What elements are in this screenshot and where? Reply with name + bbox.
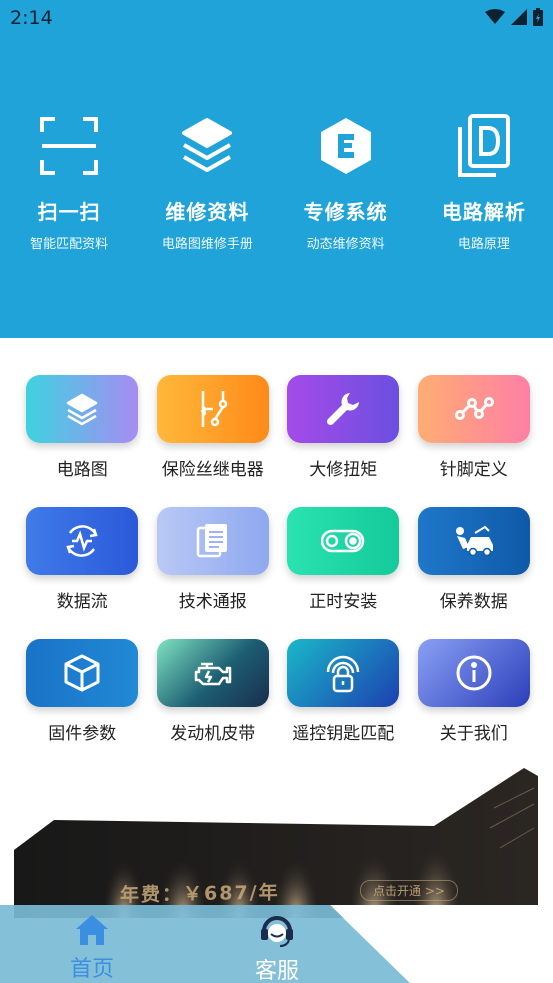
pin-graph-icon [417,375,530,443]
promo-banner[interactable]: 年费：￥687/年 点击开通 >> [14,768,538,918]
document-icon [156,507,269,575]
grid-item-data-flow[interactable]: 数据流 [17,507,148,639]
timing-belt-icon [287,507,400,575]
bottom-nav: 首页 客服 [0,905,553,983]
grid-item-label: 保养数据 [439,592,508,612]
hexagon-e-icon [313,108,379,184]
quick-action-title: 专修系统 [303,200,388,224]
relay-icon [156,375,269,443]
grid-item-label: 固件参数 [48,724,117,744]
grid-item-label: 数据流 [56,592,108,612]
layers-icon [174,108,240,184]
quick-action-subtitle: 电路图维修手册 [161,237,253,252]
grid-item-maintenance-data[interactable]: 保养数据 [409,507,540,639]
banner-cta-button[interactable]: 点击开通 >> [360,880,458,901]
banner-price: 年费：￥687/年 [120,881,280,907]
grid-item-label: 针脚定义 [439,460,508,480]
nav-service-label: 客服 [254,959,299,983]
grid-item-label: 保险丝继电器 [161,460,264,480]
grid-item-fuse-relay[interactable]: 保险丝继电器 [148,375,279,507]
grid-item-label: 关于我们 [439,724,508,744]
nav-customer-service[interactable]: 客服 [217,913,337,983]
scan-icon [36,108,102,184]
status-bar: 2:14 [0,0,553,36]
quick-actions: 扫一扫 智能匹配资料 维修资料 电路图维修手册 专修系统 动态维修资料 电路解析… [0,108,553,252]
quick-action-circuit-analysis[interactable]: 电路解析 电路原理 [415,108,553,252]
nav-home[interactable]: 首页 [32,913,152,983]
grid-item-pin-definition[interactable]: 针脚定义 [409,375,540,507]
cube-icon [26,639,139,707]
wifi-icon [485,9,505,24]
data-flow-icon [26,507,139,575]
info-icon [417,639,530,707]
home-icon [76,915,108,945]
grid-item-label: 技术通报 [178,592,247,612]
quick-action-title: 维修资料 [165,200,250,224]
battery-icon [533,8,543,26]
grid-item-remote-key[interactable]: 遥控钥匙匹配 [278,639,409,771]
quick-action-subtitle: 动态维修资料 [306,237,385,252]
headset-icon [261,916,293,947]
quick-action-title: 扫一扫 [37,200,101,224]
header: 2:14 扫一扫 智能匹配资料 维修资料 电路图维修手册 专修系统 动态维修资料… [0,0,553,338]
grid-item-label: 发动机皮带 [170,724,256,744]
nav-home-label: 首页 [69,957,114,982]
quick-action-title: 电路解析 [441,200,526,224]
grid-item-label: 遥控钥匙匹配 [292,724,395,744]
grid-item-overhaul-torque[interactable]: 大修扭矩 [278,375,409,507]
quick-action-special-system[interactable]: 专修系统 动态维修资料 [277,108,415,252]
engine-icon [156,639,269,707]
grid-item-label: 正时安装 [309,592,378,612]
status-icons [485,8,543,26]
grid-item-timing-install[interactable]: 正时安装 [278,507,409,639]
layers-icon [26,375,139,443]
grid-item-engine-belt[interactable]: 发动机皮带 [148,639,279,771]
car-service-icon [417,507,530,575]
quick-action-subtitle: 电路原理 [457,237,510,252]
grid-item-firmware-params[interactable]: 固件参数 [17,639,148,771]
grid-item-about-us[interactable]: 关于我们 [409,639,540,771]
grid-item-tech-bulletin[interactable]: 技术通报 [148,507,279,639]
quick-action-repair-data[interactable]: 维修资料 电路图维修手册 [138,108,276,252]
document-d-icon [451,108,517,184]
quick-action-subtitle: 智能匹配资料 [30,237,109,252]
status-time: 2:14 [10,7,53,29]
feature-grid: 电路图 保险丝继电器 大修扭矩 针脚定义 数据流 技术通报 正时安装 保养数据 … [0,375,553,771]
grid-item-circuit-diagram[interactable]: 电路图 [17,375,148,507]
remote-key-icon [287,639,400,707]
signal-icon [511,9,527,25]
grid-item-label: 大修扭矩 [309,460,378,480]
wrench-icon [287,375,400,443]
grid-item-label: 电路图 [56,460,108,480]
quick-action-scan[interactable]: 扫一扫 智能匹配资料 [0,108,138,252]
